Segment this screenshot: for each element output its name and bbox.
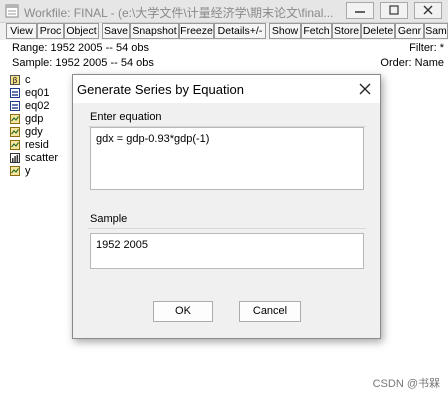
sample-input[interactable]: 1952 2005 bbox=[90, 233, 364, 269]
toolbar-snapshot-button[interactable]: Snapshot bbox=[130, 23, 179, 39]
toolbar-details-button[interactable]: Details+/- bbox=[214, 23, 266, 39]
range-text[interactable]: Range: 1952 2005 -- 54 obs bbox=[12, 42, 149, 54]
dialog-title-bar[interactable]: Generate Series by Equation bbox=[73, 75, 380, 103]
maximize-icon bbox=[389, 5, 399, 15]
range-bar: Range: 1952 2005 -- 54 obs Filter: * bbox=[0, 41, 448, 55]
object-name: scatter bbox=[25, 152, 59, 164]
toolbar-save-button[interactable]: Save bbox=[102, 23, 130, 39]
dialog-title: Generate Series by Equation bbox=[77, 82, 244, 97]
toolbar-fetch-button[interactable]: Fetch bbox=[301, 23, 332, 39]
watermark: CSDN @书槑 bbox=[372, 378, 440, 390]
toolbar-sample-button[interactable]: Sam bbox=[424, 23, 448, 39]
toolbar-proc-button[interactable]: Proc bbox=[37, 23, 64, 39]
series-icon bbox=[10, 127, 20, 137]
workfile-title-bar[interactable]: Workfile: FINAL - (e:\大学文件\计量经济学\期末论文\fi… bbox=[0, 0, 448, 23]
sample-text[interactable]: Sample: 1952 2005 -- 54 obs bbox=[12, 57, 154, 69]
sample-bar: Sample: 1952 2005 -- 54 obs Order: Name bbox=[0, 56, 448, 70]
coef-icon: β bbox=[10, 75, 20, 85]
toolbar-show-button[interactable]: Show bbox=[269, 23, 301, 39]
minimize-icon bbox=[355, 11, 365, 13]
cancel-button[interactable]: Cancel bbox=[239, 301, 301, 322]
order-text[interactable]: Order: Name bbox=[380, 57, 444, 69]
ok-button[interactable]: OK bbox=[153, 301, 213, 322]
toolbar-object-button[interactable]: Object bbox=[64, 23, 99, 39]
toolbar-freeze-button[interactable]: Freeze bbox=[179, 23, 214, 39]
series-icon bbox=[10, 166, 20, 176]
close-icon[interactable] bbox=[356, 80, 374, 98]
object-name: gdp bbox=[25, 113, 44, 125]
close-icon bbox=[423, 5, 433, 15]
equation-input[interactable]: gdx = gdp-0.93*gdp(-1) bbox=[90, 127, 364, 190]
workfile-icon bbox=[5, 4, 19, 18]
object-name: c bbox=[25, 74, 31, 86]
sample-label: Sample bbox=[90, 213, 128, 225]
svg-text:β: β bbox=[13, 76, 18, 85]
object-name: gdy bbox=[25, 126, 43, 138]
close-window-button[interactable] bbox=[414, 2, 442, 19]
toolbar-view-button[interactable]: View bbox=[6, 23, 37, 39]
minimize-button[interactable] bbox=[346, 2, 374, 19]
equation-label: Enter equation bbox=[90, 111, 162, 123]
toolbar-store-button[interactable]: Store bbox=[332, 23, 361, 39]
maximize-button[interactable] bbox=[380, 2, 408, 19]
equation-icon bbox=[10, 101, 20, 111]
object-name: y bbox=[25, 165, 31, 177]
workfile-title: Workfile: FINAL - (e:\大学文件\计量经济学\期末论文\fi… bbox=[24, 6, 334, 20]
sample-divider bbox=[88, 228, 366, 229]
equation-icon bbox=[10, 88, 20, 98]
series-icon bbox=[10, 114, 20, 124]
object-name: eq01 bbox=[25, 87, 50, 99]
workfile-toolbar: View Proc Object Save Snapshot Freeze De… bbox=[0, 23, 448, 40]
object-name: resid bbox=[25, 139, 49, 151]
graph-icon bbox=[10, 153, 20, 163]
toolbar-genr-button[interactable]: Genr bbox=[395, 23, 424, 39]
series-icon bbox=[10, 140, 20, 150]
filter-text[interactable]: Filter: * bbox=[409, 42, 444, 54]
generate-series-dialog: Generate Series by Equation Enter equati… bbox=[72, 74, 381, 339]
object-name: eq02 bbox=[25, 100, 50, 112]
toolbar-delete-button[interactable]: Delete bbox=[361, 23, 395, 39]
